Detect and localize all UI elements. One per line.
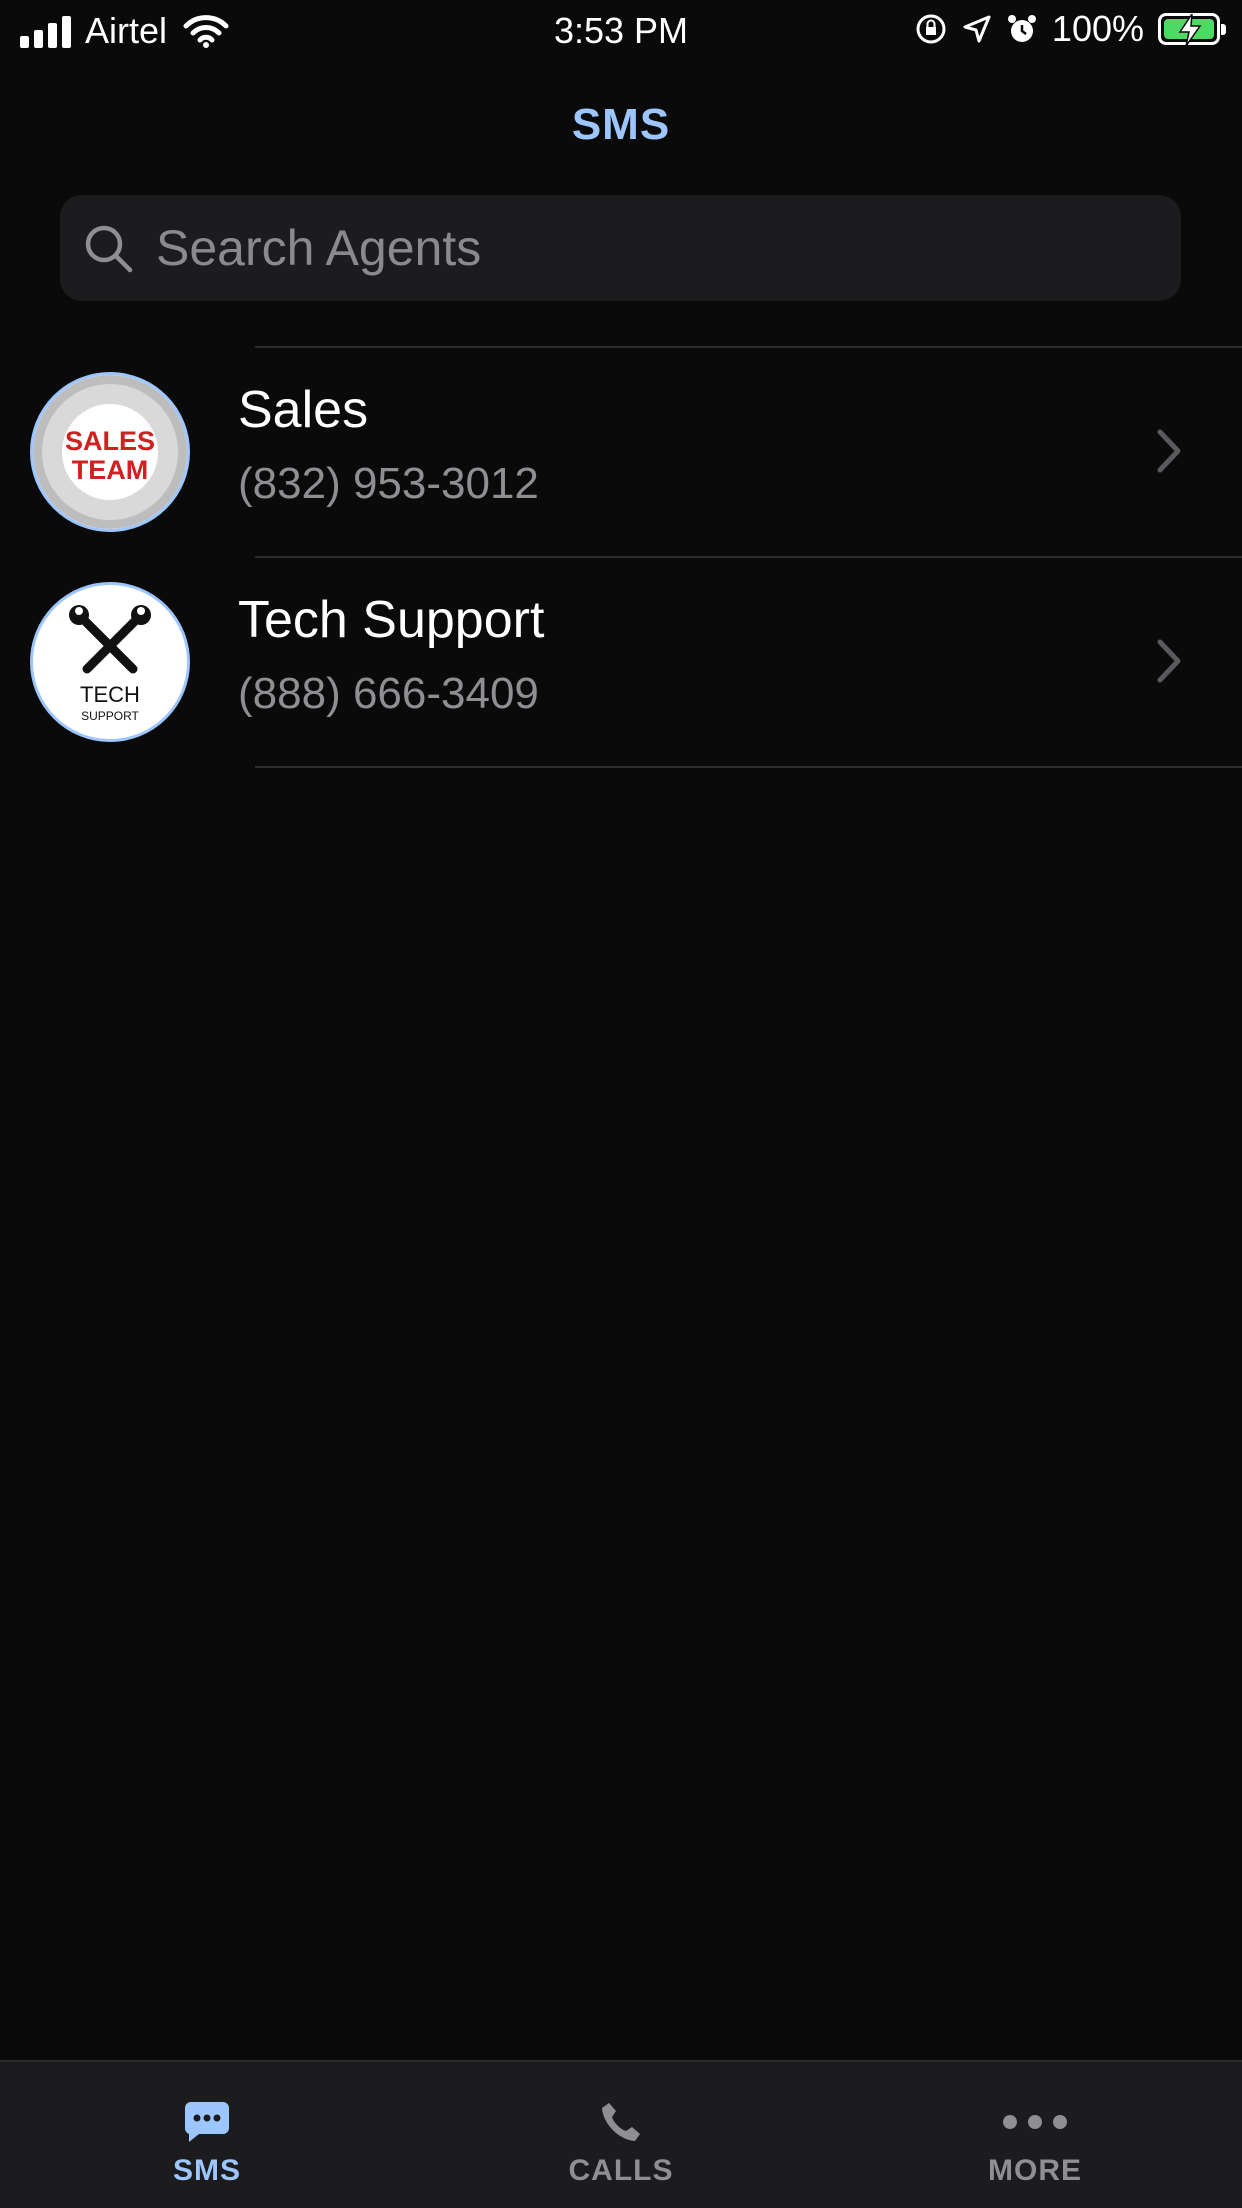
svg-text:SALES: SALES: [65, 426, 155, 456]
svg-text:TEAM: TEAM: [72, 455, 149, 485]
more-dots-icon: [1003, 2115, 1067, 2129]
chevron-right-icon: [1157, 639, 1181, 683]
battery-charging-icon: [1158, 13, 1226, 46]
search-icon: [85, 225, 133, 273]
tab-label: CALLS: [568, 2154, 674, 2187]
tab-bar: SMS CALLS MORE: [0, 2060, 1242, 2208]
battery-percent: 100%: [1051, 8, 1144, 49]
tech-support-avatar: TECH SUPPORT: [30, 582, 190, 742]
page-title: SMS: [571, 100, 671, 149]
agent-list: SALES TEAM Sales (832) 953-3012 TECH SUP…: [0, 346, 1242, 768]
agent-name: Sales: [238, 381, 369, 439]
sms-screen: Airtel 3:53 PM 100% SMS Search Agents SA…: [0, 0, 1242, 2208]
agent-phone: (888) 666-3409: [238, 669, 539, 718]
status-right: 100%: [914, 8, 1228, 50]
search-input[interactable]: [154, 218, 1138, 278]
sales-team-avatar: SALES TEAM: [30, 372, 190, 532]
agent-row-tech-support[interactable]: TECH SUPPORT Tech Support (888) 666-3409: [0, 558, 1242, 766]
message-bubble-icon: [184, 2102, 229, 2142]
tab-sms[interactable]: SMS: [0, 2062, 414, 2208]
svg-text:SUPPORT: SUPPORT: [81, 709, 139, 723]
chevron-right-icon: [1157, 429, 1181, 473]
agent-info: Tech Support (888) 666-3409: [238, 594, 544, 716]
tab-calls[interactable]: CALLS: [414, 2062, 828, 2208]
agent-row-sales[interactable]: SALES TEAM Sales (832) 953-3012: [0, 348, 1242, 556]
phone-icon: [602, 2103, 640, 2141]
svg-text:TECH: TECH: [80, 682, 140, 707]
orientation-lock-icon: [916, 14, 946, 44]
tab-label: MORE: [988, 2154, 1082, 2187]
status-bar: Airtel 3:53 PM 100%: [0, 0, 1242, 62]
agent-phone: (832) 953-3012: [238, 459, 539, 508]
location-icon: [963, 15, 991, 43]
tab-label: SMS: [172, 2154, 241, 2187]
search-bar[interactable]: [60, 195, 1181, 301]
divider: [255, 766, 1242, 768]
tab-more[interactable]: MORE: [828, 2062, 1242, 2208]
agent-info: Sales (832) 953-3012: [238, 384, 539, 506]
alarm-icon: [1007, 15, 1036, 42]
agent-name: Tech Support: [238, 591, 545, 649]
